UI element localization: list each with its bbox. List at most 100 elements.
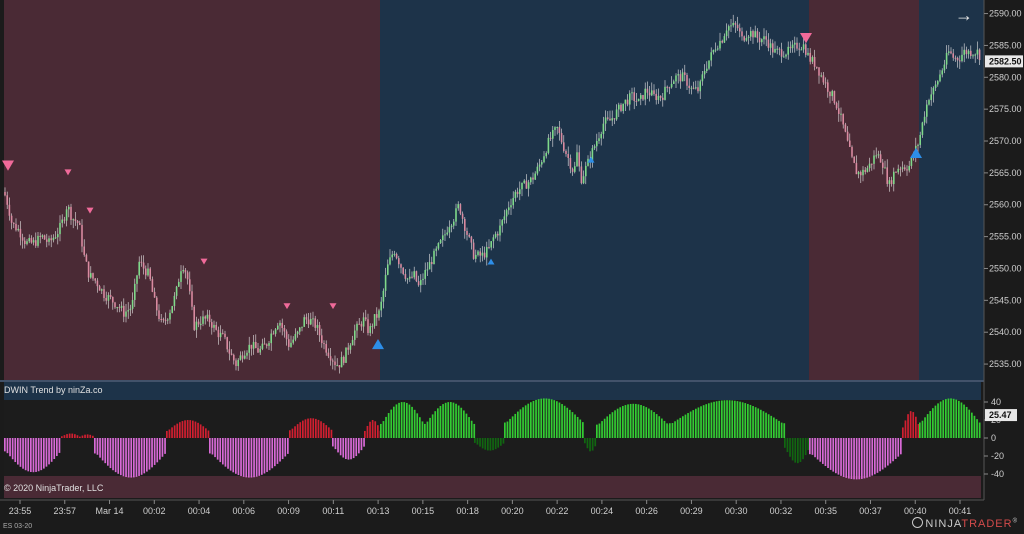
histogram-bar [879, 438, 881, 472]
histogram-bar [11, 438, 14, 460]
histogram-bar [84, 434, 86, 438]
histogram-bar [807, 438, 810, 451]
histogram-bar [596, 424, 598, 438]
chart-canvas[interactable]: 2590.00 2585.00 2580.00 2575.00 2570.00 2565.… [0, 0, 1024, 534]
histogram-bar [721, 400, 723, 438]
histogram-bar [689, 411, 692, 438]
histogram-bar [791, 438, 794, 461]
histogram-bar [304, 419, 307, 438]
histogram-bar [398, 402, 400, 438]
histogram-bar [164, 438, 166, 454]
histogram-bar [199, 424, 202, 438]
histogram-bar [955, 399, 958, 438]
indicator-panel[interactable] [0, 380, 985, 498]
histogram-bar [489, 438, 492, 451]
histogram-bar [556, 401, 558, 438]
time-tick-label: 00:18 [456, 506, 479, 516]
histogram-bar [655, 414, 658, 438]
histogram-bar [558, 402, 561, 438]
indicator-value-label: 25.47 [989, 410, 1012, 420]
histogram-bar [648, 408, 650, 438]
time-tick-label: 00:30 [725, 506, 748, 516]
time-tick-label: 00:37 [859, 506, 882, 516]
indicator-tick-label: -40 [991, 469, 1004, 479]
histogram-bar [532, 400, 535, 438]
histogram-bar [684, 414, 687, 438]
histogram-bar [186, 420, 189, 438]
histogram-bar [447, 402, 450, 438]
histogram-bar [780, 422, 783, 438]
histogram-bar [915, 416, 917, 438]
histogram-bar [537, 399, 540, 438]
candle [149, 267, 151, 281]
histogram-bar [352, 438, 355, 459]
histogram-bar [380, 423, 382, 438]
histogram-bar [184, 420, 186, 438]
histogram-bar [731, 400, 734, 438]
histogram-bar [739, 401, 741, 438]
histogram-bar [527, 403, 530, 438]
price-tick-label: 2560.00 [989, 200, 1022, 210]
histogram-bar [897, 438, 900, 457]
histogram-bar [653, 412, 655, 438]
histogram-bar [502, 438, 505, 444]
histogram-bar [571, 412, 574, 438]
price-tick-label: 2565.00 [989, 168, 1022, 178]
time-tick-label: 00:22 [546, 506, 569, 516]
histogram-bar [19, 438, 22, 467]
histogram-bar [192, 420, 194, 438]
histogram-bar [479, 438, 481, 447]
price-tick-label: 2545.00 [989, 295, 1022, 305]
histogram-bar [663, 420, 666, 438]
histogram-bar [904, 420, 907, 438]
histogram-bar [754, 407, 757, 438]
histogram-bar [907, 414, 909, 438]
histogram-bar [494, 438, 497, 450]
histogram-bar [752, 406, 754, 438]
histogram-bar [728, 400, 731, 438]
histogram-bar [594, 438, 597, 447]
histogram-bar [166, 430, 168, 438]
histogram-bar [194, 421, 197, 438]
histogram-bar [566, 407, 569, 438]
histogram-bar [645, 407, 648, 438]
histogram-bar [408, 404, 411, 438]
histogram-bar [548, 398, 550, 438]
histogram-bar [248, 438, 250, 478]
histogram-bar [522, 407, 524, 438]
histogram-bar [858, 438, 861, 480]
arrow-right-icon[interactable]: → [953, 4, 975, 26]
histogram-bar [889, 438, 892, 464]
histogram-bar [86, 434, 89, 438]
histogram-bar [736, 401, 739, 438]
histogram-bar [240, 438, 242, 477]
histogram-bar [339, 438, 342, 456]
histogram-bar [929, 411, 932, 438]
histogram-bar [320, 421, 322, 438]
histogram-bar [81, 435, 84, 438]
histogram-bar [784, 438, 786, 448]
histogram-bar [48, 438, 50, 465]
histogram-bar [632, 403, 635, 438]
price-panel[interactable] [2, 0, 984, 380]
histogram-bar [232, 438, 235, 473]
histogram-bar [104, 438, 107, 464]
histogram-bar [279, 438, 281, 462]
histogram-bar [619, 407, 622, 438]
histogram-bar [642, 405, 645, 438]
indicator-title: DWIN Trend by ninZa.co [4, 385, 103, 395]
histogram-bar [360, 438, 363, 451]
histogram-bar [853, 438, 855, 480]
histogram-bar [317, 419, 320, 438]
histogram-bar [614, 410, 616, 438]
histogram-bar [747, 403, 749, 438]
time-tick-label: 00:02 [143, 506, 166, 516]
histogram-bar [912, 412, 915, 438]
histogram-bar [424, 423, 426, 438]
histogram-bar [700, 406, 702, 438]
histogram-bar [309, 418, 312, 438]
histogram-bar [861, 438, 863, 479]
histogram-bar [322, 423, 325, 438]
histogram-bar [429, 417, 431, 438]
histogram-bar [109, 438, 112, 469]
